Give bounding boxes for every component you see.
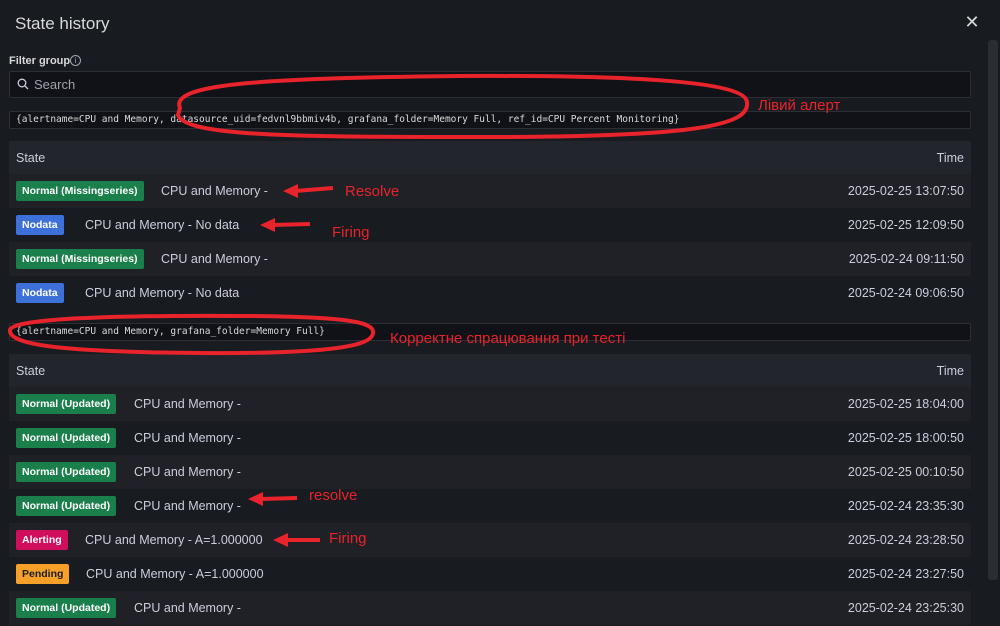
row-description: CPU and Memory - (134, 601, 241, 615)
table-row[interactable]: Normal (Missingseries) CPU and Memory - … (9, 174, 971, 208)
status-badge: Normal (Updated) (16, 462, 117, 482)
close-icon[interactable]: ✕ (962, 12, 982, 32)
row-time: 2025-02-25 13:07:50 (847, 184, 964, 198)
row-description: CPU and Memory - No data (85, 218, 240, 232)
row-description: CPU and Memory - (134, 499, 241, 513)
row-time: 2025-02-24 23:27:50 (847, 567, 964, 581)
status-badge: Nodata (16, 215, 64, 235)
annotation-resolve-2: resolve (309, 487, 358, 504)
table-header: State Time (9, 354, 971, 387)
modal-title: State history (15, 14, 110, 33)
annotation-left-alert: Лівий алерт (758, 97, 841, 114)
row-time: 2025-02-25 18:04:00 (847, 397, 964, 411)
row-description: CPU and Memory - (161, 184, 268, 198)
column-header-state: State (16, 151, 46, 165)
row-time: 2025-02-24 23:25:30 (847, 601, 964, 615)
table-row[interactable]: Normal (Updated) CPU and Memory - 2025-0… (9, 421, 971, 455)
row-description: CPU and Memory - (161, 252, 268, 266)
status-badge: Normal (Updated) (16, 598, 117, 618)
table-row[interactable]: Pending CPU and Memory - A=1.000000 2025… (9, 557, 971, 591)
status-badge: Normal (Missingseries) (16, 249, 144, 269)
row-time: 2025-02-25 12:09:50 (847, 218, 964, 232)
table-row[interactable]: Normal (Updated) CPU and Memory - 2025-0… (9, 455, 971, 489)
row-time: 2025-02-24 23:35:30 (847, 499, 964, 513)
table-row[interactable]: Alerting CPU and Memory - A=1.000000 202… (9, 523, 971, 557)
table-row[interactable]: Nodata CPU and Memory - No data 2025-02-… (9, 208, 971, 242)
row-description: CPU and Memory - (134, 397, 241, 411)
status-badge: Normal (Updated) (16, 394, 117, 414)
status-badge: Alerting (16, 530, 68, 550)
state-table-1: State Time Normal (Missingseries) CPU an… (9, 141, 971, 310)
row-description: CPU and Memory - (134, 431, 241, 445)
table-row[interactable]: Normal (Updated) CPU and Memory - 2025-0… (9, 591, 971, 625)
row-time: 2025-02-24 09:11:50 (848, 252, 964, 266)
status-badge: Nodata (16, 283, 64, 303)
row-time: 2025-02-24 23:28:50 (847, 533, 964, 547)
status-badge: Normal (Updated) (16, 496, 117, 516)
annotation-firing-2: Firing (329, 530, 367, 547)
column-header-state: State (16, 364, 46, 378)
row-description: CPU and Memory - A=1.000000 (85, 533, 263, 547)
column-header-time: Time (936, 151, 964, 165)
state-table-2: State Time Normal (Updated) CPU and Memo… (9, 354, 971, 625)
row-description: CPU and Memory - (134, 465, 241, 479)
state-history-modal: State history ✕ Filter group i {alertnam… (0, 0, 1000, 626)
modal-header: State history ✕ (0, 0, 1000, 46)
annotation-firing-1: Firing (332, 224, 370, 241)
search-input[interactable] (34, 75, 934, 94)
filter-group-label: Filter group (9, 55, 71, 67)
table-row[interactable]: Normal (Updated) CPU and Memory - 2025-0… (9, 387, 971, 421)
row-description: CPU and Memory - No data (85, 286, 240, 300)
column-header-time: Time (936, 364, 964, 378)
row-description: CPU and Memory - A=1.000000 (86, 567, 264, 581)
annotation-resolve-1: Resolve (345, 183, 400, 200)
row-time: 2025-02-25 00:10:50 (847, 465, 964, 479)
info-icon[interactable]: i (70, 55, 81, 66)
search-icon (17, 78, 29, 90)
status-badge: Normal (Updated) (16, 428, 117, 448)
row-time: 2025-02-24 09:06:50 (847, 286, 964, 300)
table-row[interactable]: Nodata CPU and Memory - No data 2025-02-… (9, 276, 971, 310)
search-field[interactable] (9, 71, 971, 98)
table-header: State Time (9, 141, 971, 174)
scrollbar[interactable] (988, 40, 998, 580)
row-time: 2025-02-25 18:00:50 (847, 431, 964, 445)
table-row[interactable]: Normal (Missingseries) CPU and Memory - … (9, 242, 971, 276)
status-badge: Pending (16, 564, 70, 584)
table-row[interactable]: Normal (Updated) CPU and Memory - 2025-0… (9, 489, 971, 523)
status-badge: Normal (Missingseries) (16, 181, 144, 201)
annotation-correct: Корректне спрацювання при тесті (390, 330, 626, 347)
